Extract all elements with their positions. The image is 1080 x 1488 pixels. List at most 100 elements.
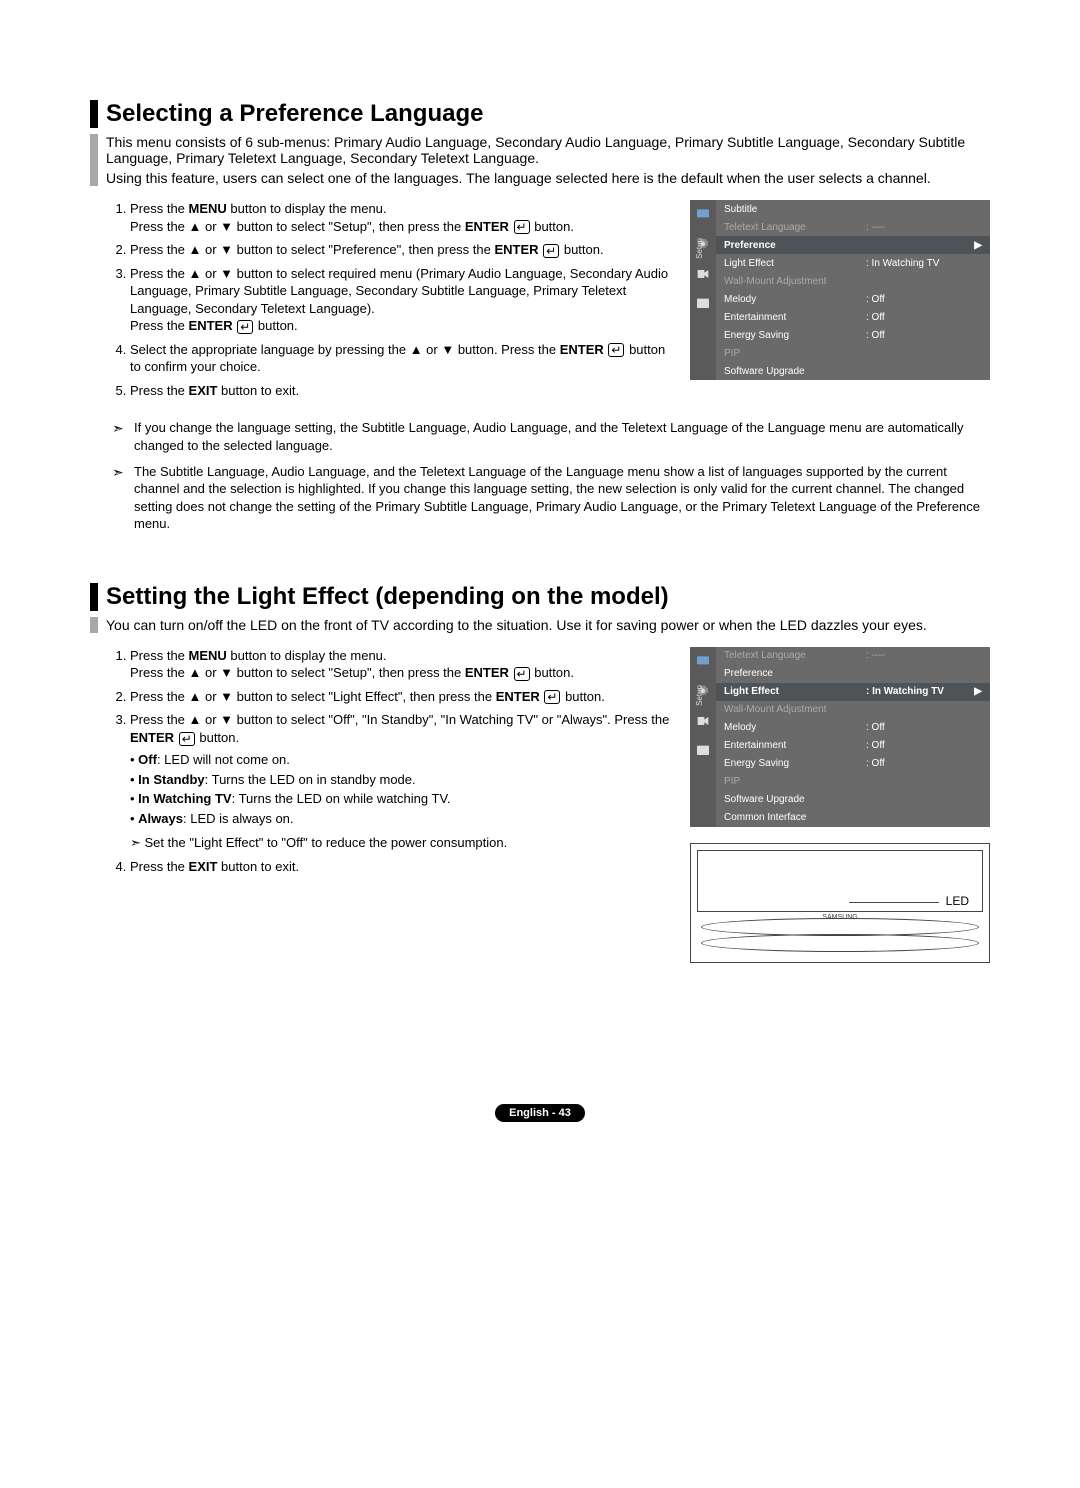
osd-row[interactable]: Preference ▶ — [716, 236, 990, 254]
tv-led-label: LED — [946, 894, 969, 908]
application-icon — [695, 296, 711, 312]
intro-paragraph: You can turn on/off the LED on the front… — [106, 617, 990, 633]
tv-diagram: SAMSUNG LED — [690, 843, 990, 963]
osd-row-label: Teletext Language — [724, 222, 860, 233]
steps-list: Press the MENU button to display the men… — [90, 647, 672, 876]
page-footer: English - 43 — [90, 1103, 990, 1122]
picture-icon — [695, 206, 711, 222]
osd-row[interactable]: Entertainment: Off — [716, 308, 990, 326]
intro-accent-bar — [90, 134, 98, 186]
osd-row-label: Wall-Mount Adjustment — [724, 276, 860, 287]
osd-row-label: Light Effect — [724, 258, 860, 269]
option-item: In Watching TV: Turns the LED on while w… — [130, 789, 672, 809]
osd-row-label: Energy Saving — [724, 758, 860, 769]
osd-row-value: : Off — [866, 740, 966, 751]
enter-icon: ↵ — [514, 220, 530, 234]
osd-row-label: Teletext Language — [724, 650, 860, 661]
osd-row[interactable]: Teletext Language : ---- — [716, 218, 990, 236]
osd-row-label: Entertainment — [724, 740, 860, 751]
step-item: Press the ▲ or ▼ button to select "Light… — [130, 688, 672, 706]
heading-row: Selecting a Preference Language — [90, 100, 990, 128]
step-item: Press the ▲ or ▼ button to select "Prefe… — [130, 241, 672, 259]
application-icon — [695, 743, 711, 759]
osd-row[interactable]: Preference — [716, 665, 990, 683]
osd-row[interactable]: Teletext Language : ---- — [716, 647, 990, 665]
osd-side-label: Setup — [695, 238, 704, 259]
section-heading: Setting the Light Effect (depending on t… — [106, 583, 669, 611]
note-item: The Subtitle Language, Audio Language, a… — [112, 463, 990, 533]
intro-paragraph: Using this feature, users can select one… — [106, 170, 990, 186]
enter-icon: ↵ — [543, 244, 559, 258]
heading-accent-bar — [90, 100, 98, 128]
osd-row[interactable]: Wall-Mount Adjustment — [716, 701, 990, 719]
step-item: Press the ▲ or ▼ button to select requir… — [130, 265, 672, 335]
tv-stand — [701, 918, 979, 952]
step-item: Press the MENU button to display the men… — [130, 200, 672, 235]
enter-icon: ↵ — [179, 732, 195, 746]
intro-block: This menu consists of 6 sub-menus: Prima… — [90, 134, 990, 186]
osd-row[interactable]: Wall-Mount Adjustment — [716, 272, 990, 290]
enter-icon: ↵ — [237, 320, 253, 334]
input-icon — [695, 266, 711, 282]
step-item: Press the EXIT button to exit. — [130, 382, 672, 400]
section-light-effect: Setting the Light Effect (depending on t… — [90, 583, 990, 963]
osd-row-value: : Off — [866, 758, 966, 769]
tv-led-callout-line — [849, 902, 939, 903]
chevron-right-icon: ▶ — [972, 686, 982, 697]
osd-row[interactable]: Subtitle — [716, 200, 990, 218]
inline-note: Set the "Light Effect" to "Off" to reduc… — [130, 834, 672, 852]
osd-row-value: : ---- — [866, 222, 966, 233]
intro-paragraph: This menu consists of 6 sub-menus: Prima… — [106, 134, 990, 166]
chevron-right-icon: ▶ — [972, 240, 982, 251]
osd-row-label: Wall-Mount Adjustment — [724, 704, 860, 715]
options-list: Off: LED will not come on. In Standby: T… — [130, 750, 672, 828]
option-item: Always: LED is always on. — [130, 809, 672, 829]
osd-menu-preference: Setup Subtitle Teletext Language : ---- Pre… — [690, 200, 990, 380]
osd-row-value: : In Watching TV — [866, 258, 966, 269]
osd-row[interactable]: Software Upgrade — [716, 791, 990, 809]
osd-row[interactable]: PIP — [716, 773, 990, 791]
picture-icon — [695, 653, 711, 669]
osd-row-value: : In Watching TV — [866, 686, 966, 697]
osd-rows: Subtitle Teletext Language : ---- Preferenc… — [716, 200, 990, 380]
osd-row[interactable]: PIP — [716, 344, 990, 362]
input-icon — [695, 713, 711, 729]
osd-rows: Teletext Language : ---- Preference Light E… — [716, 647, 990, 827]
osd-row[interactable]: Entertainment : Off — [716, 737, 990, 755]
osd-row[interactable]: Light Effect : In Watching TV ▶ — [716, 683, 990, 701]
tv-screen — [697, 850, 983, 912]
osd-row-label: Preference — [724, 240, 860, 251]
osd-row-label: Melody — [724, 722, 860, 733]
step-item: Press the MENU button to display the men… — [130, 647, 672, 682]
section-preference-language: Selecting a Preference Language This men… — [90, 100, 990, 533]
heading-accent-bar — [90, 583, 98, 611]
osd-row[interactable]: Melody : Off — [716, 290, 990, 308]
step-item: Select the appropriate language by press… — [130, 341, 672, 376]
osd-menu-light-effect: Setup Teletext Language: ----PreferenceL… — [690, 647, 990, 827]
intro-accent-bar — [90, 617, 98, 633]
osd-row[interactable]: Common Interface — [716, 809, 990, 827]
osd-row[interactable]: Light Effect : In Watching TV — [716, 254, 990, 272]
osd-row-label: Preference — [724, 668, 860, 679]
osd-row-label: Entertainment — [724, 312, 860, 323]
intro-block: You can turn on/off the LED on the front… — [90, 617, 990, 633]
osd-row[interactable]: Energy Saving : Off — [716, 326, 990, 344]
osd-row[interactable]: Melody : Off — [716, 719, 990, 737]
osd-row[interactable]: Software Upgrade — [716, 362, 990, 380]
notes-list: If you change the language setting, the … — [112, 419, 990, 532]
steps-list: Press the MENU button to display the men… — [90, 200, 672, 399]
note-item: If you change the language setting, the … — [112, 419, 990, 454]
osd-row[interactable]: Energy Saving : Off — [716, 755, 990, 773]
osd-row-label: Melody — [724, 294, 860, 305]
osd-row-label: PIP — [724, 776, 860, 787]
osd-row-label: Light Effect — [724, 686, 860, 697]
osd-row-label: Energy Saving — [724, 330, 860, 341]
osd-row-value: : Off — [866, 330, 966, 341]
enter-icon: ↵ — [608, 343, 624, 357]
osd-row-label: Software Upgrade — [724, 366, 860, 377]
osd-row-label: Common Interface — [724, 812, 860, 823]
osd-row-value: : ---- — [866, 650, 966, 661]
step-item: Press the EXIT button to exit. — [130, 858, 672, 876]
osd-row-value: : Off — [866, 294, 966, 305]
osd-row-value: : Off — [866, 722, 966, 733]
